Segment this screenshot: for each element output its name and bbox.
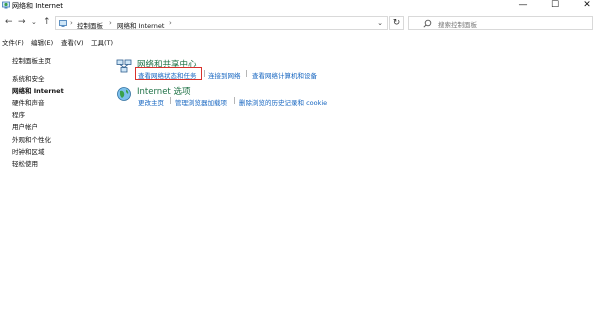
change-home-page-link[interactable]: 更改主页 — [138, 97, 164, 107]
delete-history-link[interactable]: 删除浏览的历史记录和 cookie — [239, 97, 327, 107]
breadcrumb-control-panel[interactable]: 控制面板 — [77, 20, 103, 30]
search-placeholder: 搜索控制面板 — [438, 21, 477, 29]
sidebar-item-clock-region[interactable]: 时钟和区域 — [12, 146, 45, 156]
highlight-annotation — [135, 67, 202, 80]
view-network-computers-link[interactable]: 查看网络计算机和设备 — [252, 70, 317, 80]
sidebar-item-ease-of-access[interactable]: 轻松使用 — [12, 158, 38, 168]
breadcrumb-network-internet[interactable]: 网络和 Internet — [117, 20, 164, 30]
window-title: 网络和 Internet — [12, 2, 64, 10]
sidebar-item-hardware-sound[interactable]: 硬件和声音 — [12, 97, 45, 107]
sidebar-item-system-security[interactable]: 系统和安全 — [12, 73, 45, 83]
title-bar: 网络和 Internet — ☐ ✕ — [0, 0, 600, 11]
link-separator — [204, 70, 205, 77]
address-row: ← → ⌄ ↑ › 控制面板 › 网络和 Internet › ⌄ ↻ 搜索控制… — [0, 14, 600, 31]
menu-tools[interactable]: 工具(T) — [91, 37, 113, 47]
control-panel-network-icon — [2, 1, 10, 9]
internet-options-title[interactable]: Internet 选项 — [137, 85, 190, 97]
chevron-down-icon[interactable]: ⌄ — [377, 19, 383, 27]
maximize-button[interactable]: ☐ — [542, 0, 568, 11]
sidebar-item-appearance[interactable]: 外观和个性化 — [12, 134, 51, 144]
up-button[interactable]: ↑ — [43, 17, 51, 27]
search-icon — [423, 19, 432, 28]
menu-edit[interactable]: 编辑(E) — [31, 37, 53, 47]
control-panel-icon — [59, 20, 67, 27]
sidebar-item-user-accounts[interactable]: 用户帐户 — [12, 121, 38, 131]
sidebar-item-network-internet: 网络和 Internet — [12, 87, 64, 95]
close-button[interactable]: ✕ — [574, 0, 600, 11]
link-separator — [170, 97, 171, 104]
breadcrumb-separator: › — [109, 19, 112, 27]
link-separator — [234, 97, 235, 104]
internet-options-icon — [117, 87, 131, 101]
menu-file[interactable]: 文件(F) — [2, 37, 24, 47]
breadcrumb-separator: › — [169, 19, 172, 27]
recent-locations-button[interactable]: ⌄ — [31, 17, 37, 27]
forward-button[interactable]: → — [18, 17, 26, 27]
refresh-button[interactable]: ↻ — [389, 16, 404, 30]
minimize-button[interactable]: — — [510, 0, 536, 11]
menu-view[interactable]: 查看(V) — [61, 37, 84, 47]
network-sharing-center-icon — [116, 59, 132, 73]
menu-bar: 文件(F) 编辑(E) 查看(V) 工具(T) — [0, 35, 600, 47]
sidebar-item-programs[interactable]: 程序 — [12, 109, 25, 119]
address-bar[interactable]: › 控制面板 › 网络和 Internet › ⌄ — [55, 16, 388, 30]
manage-addons-link[interactable]: 管理浏览器加载项 — [175, 97, 227, 107]
link-separator — [246, 70, 247, 77]
breadcrumb-separator: › — [70, 19, 73, 27]
sidebar-item-control-panel-home[interactable]: 控制面板主页 — [12, 55, 51, 65]
connect-to-network-link[interactable]: 连接到网络 — [208, 70, 241, 80]
back-button[interactable]: ← — [5, 17, 13, 27]
search-input[interactable]: 搜索控制面板 — [408, 16, 593, 30]
